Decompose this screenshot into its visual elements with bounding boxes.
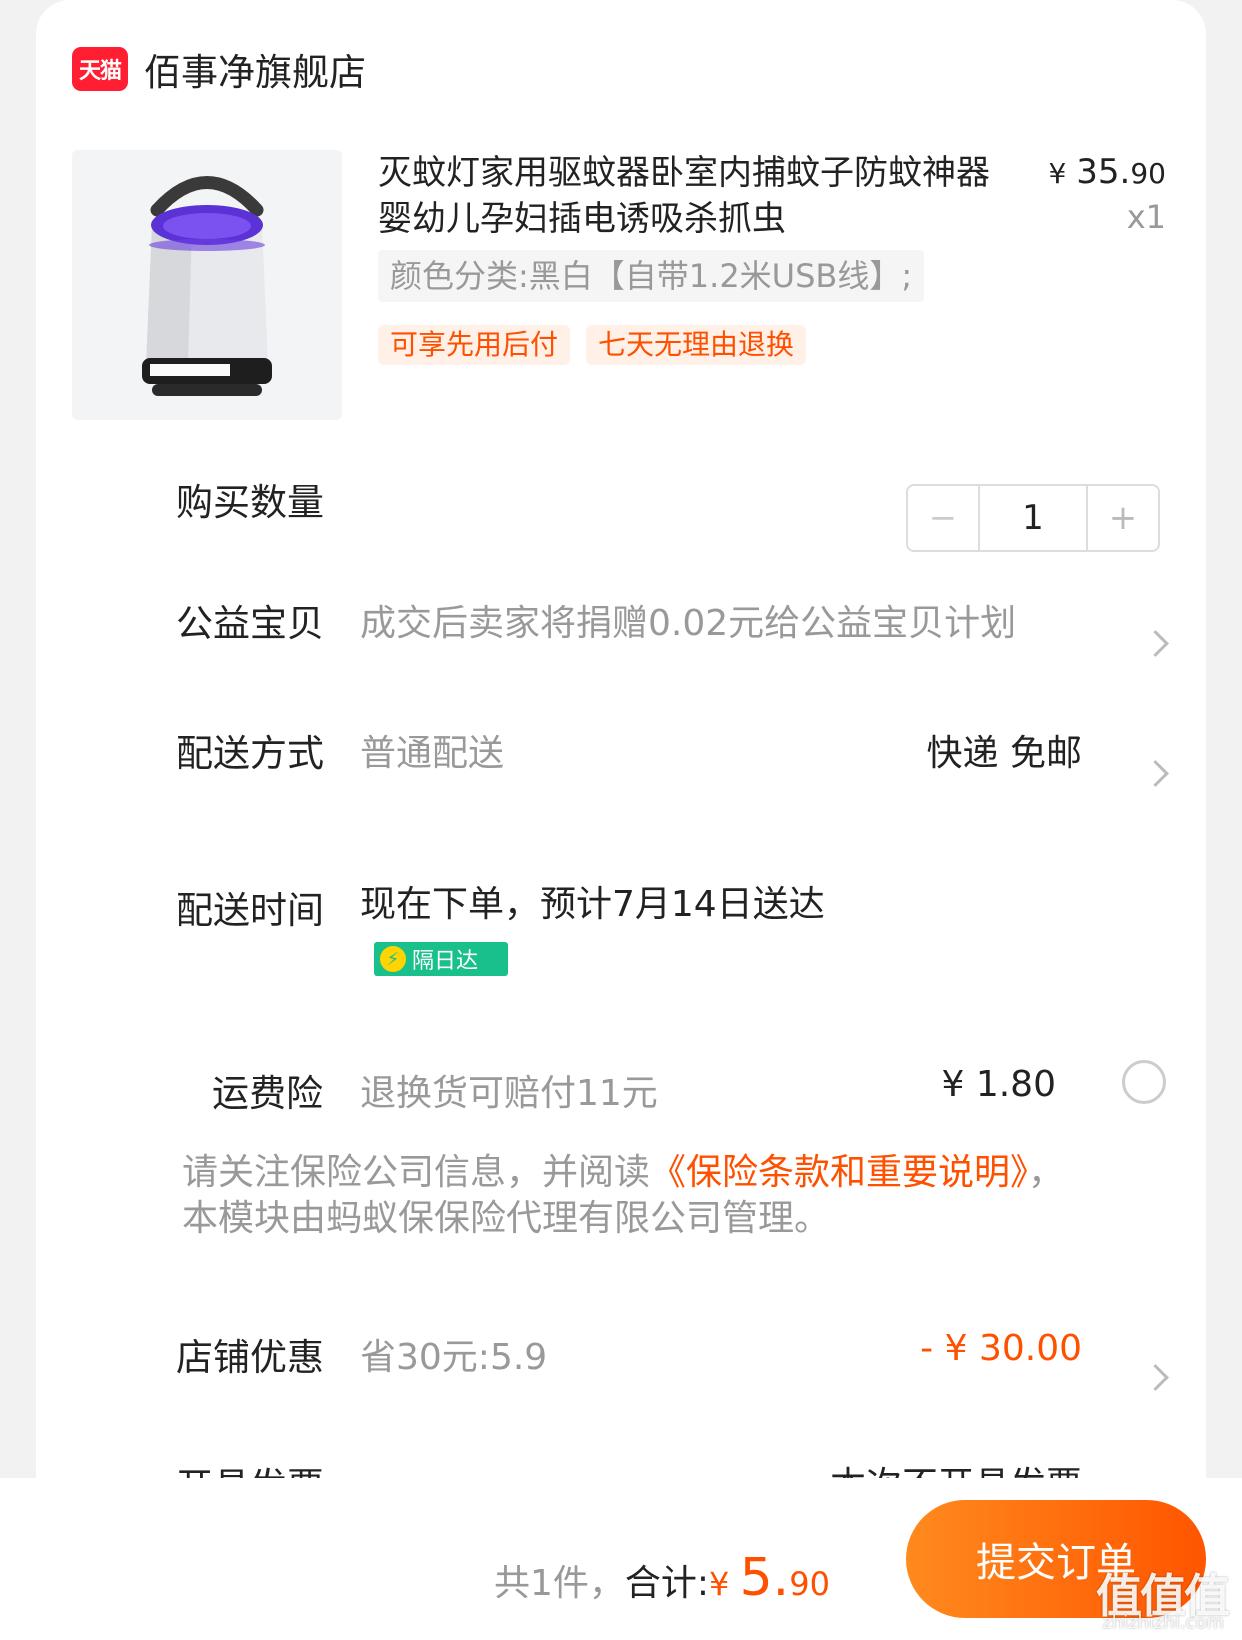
delivery-time-label: 配送时间	[176, 889, 324, 932]
decrease-button[interactable]: −	[908, 486, 980, 550]
order-card: 天猫 佰事净旗舰店 灭蚊灯家用驱蚊器卧室内捕蚊子防蚊神器婴幼儿孕妇插电诱吸杀抓虫…	[36, 0, 1206, 1640]
increase-button[interactable]: +	[1086, 486, 1158, 550]
quantity-stepper[interactable]: − 1 +	[906, 484, 1160, 552]
total-label: 合计:	[624, 1563, 710, 1604]
charity-value: 成交后卖家将捐赠0.02元给公益宝贝计划	[360, 603, 1017, 644]
delivery-fee: 快递 免邮	[926, 733, 1082, 774]
freight-insurance-value: 退换货可赔付11元	[360, 1073, 658, 1114]
quantity-value[interactable]: 1	[980, 486, 1086, 550]
store-discount-value: 省30元:5.9	[360, 1337, 548, 1378]
tmall-logo-icon: 天猫	[72, 47, 128, 91]
notice-prefix: 请关注保险公司信息，并阅读	[182, 1152, 651, 1193]
order-summary: 共1件，合计:¥ 5.90	[494, 1548, 830, 1608]
price-decimal: 90	[1130, 157, 1166, 190]
lightning-icon: ⚡	[380, 946, 406, 972]
freight-insurance-label: 运费险	[212, 1072, 323, 1115]
price-symbol: ¥	[1048, 157, 1067, 190]
tag-seven-day-return: 七天无理由退换	[586, 325, 807, 365]
quantity-label: 购买数量	[176, 481, 324, 524]
total-integer: 5.	[739, 1548, 790, 1608]
product-sku[interactable]: 颜色分类:黑白【自带1.2米USB线】;	[378, 250, 925, 302]
product-tags: 可享先用后付 七天无理由退换	[378, 325, 807, 365]
product-title[interactable]: 灭蚊灯家用驱蚊器卧室内捕蚊子防蚊神器婴幼儿孕妇插电诱吸杀抓虫	[378, 150, 1018, 242]
price-integer: 35.	[1076, 152, 1131, 192]
chevron-right-icon	[1142, 630, 1169, 657]
store-discount-label: 店铺优惠	[176, 1336, 324, 1379]
delivery-method-label: 配送方式	[176, 732, 324, 775]
product-price: ¥35.90	[1048, 152, 1166, 192]
total-symbol: ¥	[709, 1565, 740, 1603]
product-image[interactable]	[72, 150, 342, 420]
store-discount-amount: - ¥ 30.00	[920, 1328, 1082, 1369]
next-day-badge-label: 隔日达	[412, 949, 479, 974]
store-name[interactable]: 佰事净旗舰店	[144, 42, 366, 96]
delivery-method-value: 普通配送	[360, 733, 505, 774]
next-day-badge: ⚡ 隔日达	[374, 942, 508, 976]
freight-insurance-price: ¥ 1.80	[941, 1064, 1056, 1105]
tag-pay-later: 可享先用后付	[378, 325, 571, 365]
bottom-checkout-bar: 共1件，合计:¥ 5.90 提交订单	[0, 1478, 1242, 1640]
chevron-right-icon	[1142, 1364, 1169, 1391]
mosquito-lamp-icon	[72, 150, 342, 420]
insurance-notice: 请关注保险公司信息，并阅读《保险条款和重要说明》，本模块由蚂蚁保保险代理有限公司…	[182, 1150, 1082, 1242]
total-decimal: 90	[789, 1565, 830, 1603]
item-count: 共1件，	[494, 1563, 625, 1604]
store-header[interactable]: 天猫 佰事净旗舰店	[72, 42, 366, 96]
insurance-terms-link[interactable]: 《保险条款和重要说明》	[650, 1152, 1028, 1193]
freight-insurance-radio[interactable]	[1122, 1060, 1166, 1104]
delivery-time-value: 现在下单，预计7月14日送达	[360, 884, 825, 925]
watermark-url: zhizhizhi.com	[1102, 1612, 1224, 1633]
charity-label: 公益宝贝	[176, 602, 324, 645]
chevron-right-icon	[1142, 760, 1169, 787]
product-quantity-mark: x1	[1126, 198, 1166, 236]
